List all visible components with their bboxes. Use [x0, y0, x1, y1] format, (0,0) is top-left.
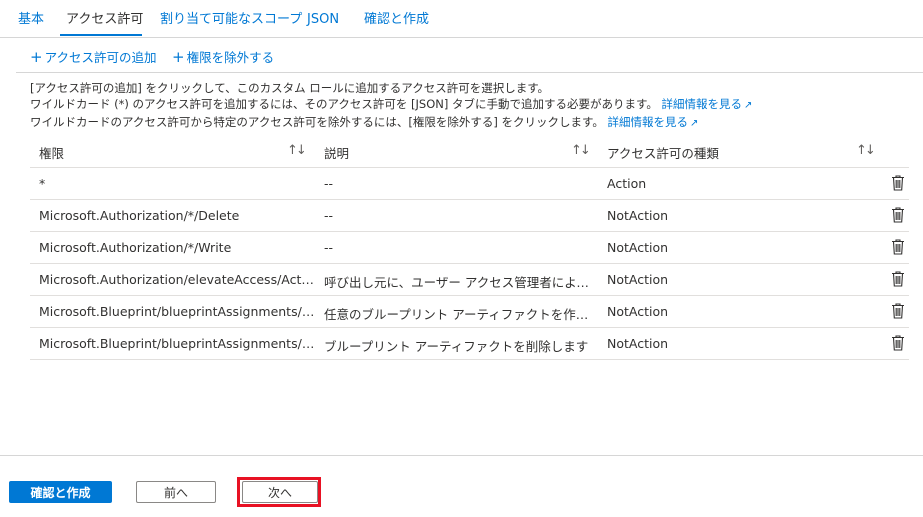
permission-cell: Microsoft.Blueprint/blueprintAssignments… — [39, 304, 315, 319]
permission-cell: Microsoft.Blueprint/blueprintAssignments… — [39, 336, 315, 351]
description-cell: -- — [324, 240, 334, 255]
table-row: Microsoft.Authorization/*/Write -- NotAc… — [30, 232, 909, 264]
description-cell: 呼び出し元に、ユーザー アクセス管理者によるテナン... — [324, 275, 594, 290]
table-row: Microsoft.Authorization/*/Delete -- NotA… — [30, 200, 909, 232]
column-header-type[interactable]: アクセス許可の種類 — [607, 143, 719, 162]
trash-icon[interactable] — [891, 206, 905, 224]
description-line-2-text: ワイルドカード (*) のアクセス許可を追加するには、そのアクセス許可を [JS… — [30, 97, 658, 111]
trash-icon[interactable] — [891, 238, 905, 256]
permission-cell: Microsoft.Authorization/*/Delete — [39, 208, 240, 223]
table-header: 権限 ↑↓ 説明 ↑↓ アクセス許可の種類 ↑↓ — [30, 138, 909, 168]
external-link-icon: ↗ — [744, 100, 753, 111]
plus-icon: + — [172, 48, 185, 66]
external-link-icon: ↗ — [689, 118, 699, 129]
description-cell: ブループリント アーティファクトを削除します — [324, 339, 589, 354]
trash-icon[interactable] — [891, 302, 905, 320]
description-cell: 任意のブループリント アーティファクトを作成または更... — [324, 307, 594, 322]
table-row: Microsoft.Blueprint/blueprintAssignments… — [30, 328, 909, 360]
sort-icon[interactable]: ↑↓ — [287, 143, 307, 158]
description-cell: -- — [324, 176, 334, 191]
trash-icon[interactable] — [891, 174, 905, 192]
trash-icon[interactable] — [891, 334, 905, 352]
learn-more-link-1[interactable]: 詳細情報を見る — [662, 97, 743, 111]
table-row: Microsoft.Blueprint/blueprintAssignments… — [30, 296, 909, 328]
column-header-permission[interactable]: 権限 — [39, 143, 64, 162]
active-tab-indicator — [60, 34, 142, 36]
command-bar-divider — [16, 72, 923, 73]
description-line-3-text: ワイルドカードのアクセス許可から特定のアクセス許可を除外するには、[権限を除外す… — [30, 115, 604, 129]
tab-assignable-scopes[interactable]: 割り当て可能なスコープ — [160, 12, 302, 28]
page: 基本 アクセス許可 割り当て可能なスコープ JSON 確認と作成 + アクセス許可… — [0, 0, 923, 517]
add-permission-label: アクセス許可の追加 — [44, 50, 157, 65]
description-line-1: [アクセス許可の追加] をクリックして、このカスタム ロールに追加するアクセス許… — [30, 81, 550, 95]
type-cell: NotAction — [607, 240, 669, 255]
type-cell: Action — [607, 176, 647, 191]
table-row: Microsoft.Authorization/elevateAccess/Ac… — [30, 264, 909, 296]
exclude-permission-label: 権限を除外する — [186, 50, 275, 65]
type-cell: NotAction — [607, 208, 669, 223]
learn-more-link-2[interactable]: 詳細情報を見る — [607, 115, 688, 129]
table-row: * -- Action — [30, 168, 909, 200]
description: [アクセス許可の追加] をクリックして、このカスタム ロールに追加するアクセス許… — [30, 80, 752, 132]
permission-cell: * — [39, 176, 46, 191]
description-cell: -- — [324, 208, 334, 223]
type-cell: NotAction — [607, 304, 669, 319]
type-cell: NotAction — [607, 336, 669, 351]
tab-bar: 基本 アクセス許可 割り当て可能なスコープ JSON 確認と作成 — [0, 0, 923, 38]
type-cell: NotAction — [607, 272, 669, 287]
tab-json[interactable]: JSON — [307, 12, 339, 28]
sort-icon[interactable]: ↑↓ — [856, 143, 876, 158]
permissions-table: 権限 ↑↓ 説明 ↑↓ アクセス許可の種類 ↑↓ * -- Action Mic… — [30, 138, 909, 360]
sort-icon[interactable]: ↑↓ — [571, 143, 591, 158]
footer-divider — [0, 455, 923, 456]
review-create-button[interactable]: 確認と作成 — [9, 481, 112, 503]
tab-basics[interactable]: 基本 — [18, 12, 44, 28]
description-line-2: ワイルドカード (*) のアクセス許可を追加するには、そのアクセス許可を [JS… — [30, 96, 752, 114]
add-permission-button[interactable]: + アクセス許可の追加 — [30, 48, 156, 67]
trash-icon[interactable] — [891, 270, 905, 288]
next-button[interactable]: 次へ — [242, 481, 318, 503]
tab-review-create[interactable]: 確認と作成 — [364, 12, 429, 28]
column-header-description[interactable]: 説明 — [324, 143, 349, 162]
permission-cell: Microsoft.Authorization/*/Write — [39, 240, 232, 255]
previous-button[interactable]: 前へ — [136, 481, 216, 503]
plus-icon: + — [30, 48, 43, 66]
permission-cell: Microsoft.Authorization/elevateAccess/Ac… — [39, 272, 315, 287]
exclude-permission-button[interactable]: + 権限を除外する — [172, 48, 274, 67]
description-line-3: ワイルドカードのアクセス許可から特定のアクセス許可を除外するには、[権限を除外す… — [30, 114, 752, 132]
tab-permissions[interactable]: アクセス許可 — [66, 12, 143, 28]
